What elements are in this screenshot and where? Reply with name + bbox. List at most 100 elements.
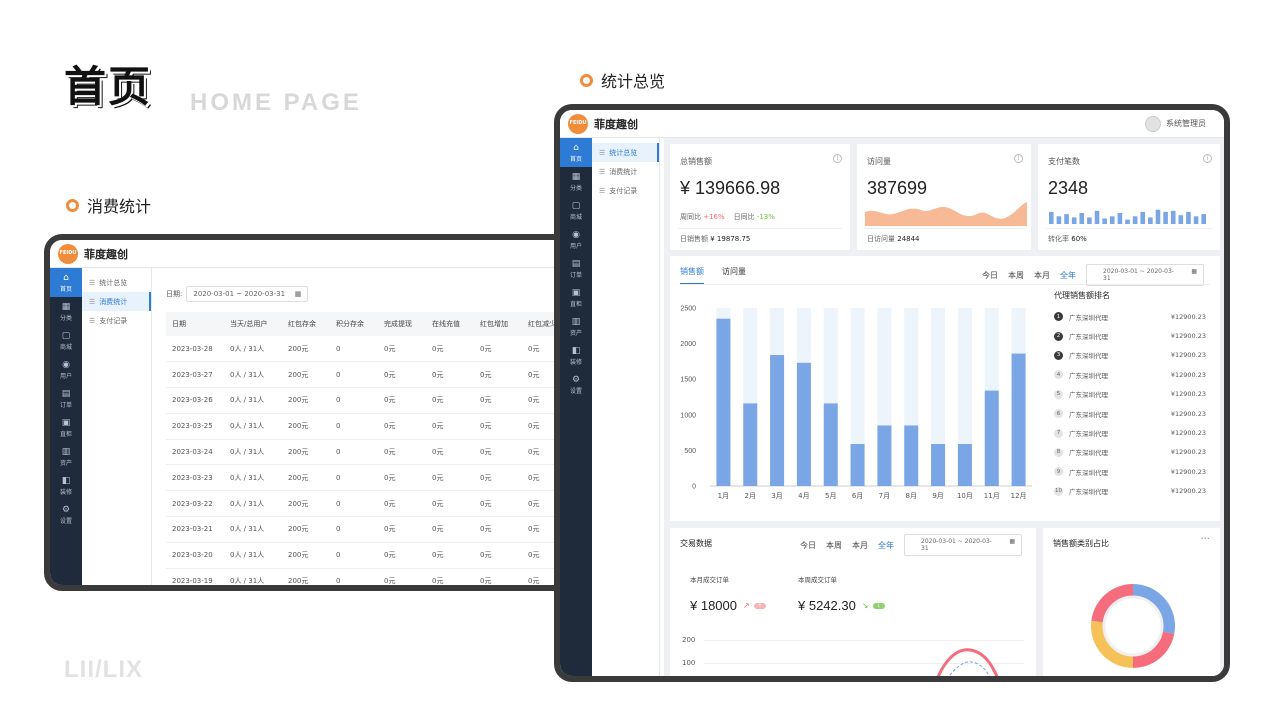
more-icon[interactable]: ··· — [1200, 534, 1210, 545]
brand-name: 菲度趣创 — [84, 247, 128, 261]
subnav-label: 统计总览 — [99, 278, 128, 287]
tab-sales[interactable]: 销售额 — [680, 266, 704, 285]
nav-item-category[interactable]: ▦ 分类 — [560, 167, 592, 196]
nav-item-decor[interactable]: ◧ 装修 — [560, 341, 592, 370]
nav-item-mall[interactable]: ▢ 商城 — [560, 196, 592, 225]
table-cell: 0 — [330, 413, 378, 440]
range-week[interactable]: 本周 — [1008, 270, 1024, 281]
date-range-picker[interactable]: 2020-03-01 ~ 2020-03-31 ▦ — [904, 534, 1022, 556]
bar[interactable] — [823, 403, 838, 486]
range-year[interactable]: 全年 — [878, 540, 894, 551]
table-cell: 0人 / 31人 — [224, 516, 282, 543]
subnav-consume[interactable]: ☰ 消费统计 — [592, 162, 659, 181]
nav-item-home[interactable]: ⌂ 首页 — [50, 268, 82, 297]
mini-bar — [1201, 214, 1206, 224]
table-cell: 200元 — [282, 464, 330, 492]
bar[interactable] — [850, 443, 865, 486]
wow-label: 周同比 — [680, 213, 701, 221]
rank-name: 广东深圳代理 — [1069, 410, 1108, 419]
nav-item-user[interactable]: ◉ 用户 — [560, 225, 592, 254]
bar[interactable] — [770, 354, 785, 486]
range-today[interactable]: 今日 — [800, 540, 816, 551]
user-menu[interactable]: 系统管理员 — [1145, 115, 1224, 132]
table-cell: 0元 — [426, 516, 474, 543]
date-range-picker[interactable]: 2020-03-01 ~ 2020-03-31 ▦ — [186, 286, 309, 302]
nav-item-user[interactable]: ◉ 用户 — [50, 355, 82, 384]
nav-label: 分类 — [569, 184, 582, 192]
nav-item-decor[interactable]: ◧ 装修 — [50, 471, 82, 500]
bar[interactable] — [904, 425, 919, 486]
table-cell: 0元 — [474, 361, 522, 389]
bar[interactable] — [1011, 353, 1026, 486]
table-cell: 0 — [330, 439, 378, 466]
y-tick-label: 0 — [692, 484, 696, 491]
table-cell: 0元 — [378, 516, 426, 543]
bar[interactable] — [931, 443, 946, 486]
bar[interactable] — [877, 425, 892, 486]
bar[interactable] — [957, 443, 972, 486]
cabinet-icon: ▣ — [61, 417, 71, 428]
table-cell: 0元 — [426, 464, 474, 492]
bar[interactable] — [796, 362, 811, 486]
subnav-payments[interactable]: ☰ 支付记录 — [82, 311, 151, 330]
trade-range-selector: 今日 本周 本月 全年 2020-03-01 ~ 2020-03-31 ▦ — [790, 534, 1022, 556]
nav-item-settings[interactable]: ⚙ 设置 — [50, 500, 82, 529]
nav-item-order[interactable]: ▤ 订单 — [50, 384, 82, 413]
mini-bar — [1148, 217, 1153, 224]
date-range-picker[interactable]: 2020-03-01 ~ 2020-03-31 ▦ — [1086, 264, 1204, 286]
nav-item-category[interactable]: ▦ 分类 — [50, 297, 82, 326]
section-consume-label: 消费统计 — [87, 197, 152, 216]
table-cell: 0元 — [474, 542, 522, 569]
payments-card: 支付笔数 i 2348 转化率 60% — [1038, 144, 1220, 250]
nav-item-asset[interactable]: ▥ 资产 — [560, 312, 592, 341]
nav-item-mall[interactable]: ▢ 商城 — [50, 326, 82, 355]
bar[interactable] — [743, 403, 758, 486]
visits-area — [865, 202, 1027, 226]
rank-number: 4 — [1054, 370, 1063, 380]
bar[interactable] — [716, 318, 731, 486]
nav-item-cabinet[interactable]: ▣ 直柜 — [50, 413, 82, 442]
y-tick: 200 — [682, 636, 696, 644]
table-cell: 200元 — [282, 490, 330, 518]
sales-bar-chart: 0 500 1000 1500 2000 2500 1月 2月 3月 4月 5月 6月 7月 8月 9月 10… — [680, 306, 1032, 500]
nav-label: 资产 — [569, 329, 582, 337]
table-cell: 0元 — [426, 413, 474, 440]
category-donut-chart — [1091, 584, 1175, 668]
subnav-overview[interactable]: ☰ 统计总览 — [592, 143, 659, 162]
range-month[interactable]: 本月 — [852, 540, 868, 551]
month-orders: ¥ 18000 ↗ ↑ — [690, 598, 766, 613]
nav-item-asset[interactable]: ▥ 资产 — [50, 442, 82, 471]
range-year[interactable]: 全年 — [1060, 270, 1076, 281]
nav-item-order[interactable]: ▤ 订单 — [560, 254, 592, 283]
info-icon[interactable]: i — [833, 154, 842, 163]
table-cell: 2023-03-22 — [166, 490, 224, 518]
sales-compare: 周同比 +16% 日同比 -13% — [680, 212, 775, 222]
range-month[interactable]: 本月 — [1034, 270, 1050, 281]
mini-bar — [1056, 216, 1062, 224]
tab-visits[interactable]: 访问量 — [722, 266, 746, 285]
info-icon[interactable]: i — [1203, 154, 1212, 163]
gear-icon: ⚙ — [571, 374, 581, 385]
table-cell: 0 — [330, 516, 378, 543]
section-overview-label: 统计总览 — [601, 72, 666, 91]
rank-amount: ¥12900.23 — [1170, 332, 1206, 341]
table-row: 2023-03-28 0人 / 31人 200元 0 0元 0元 0元 0元 — [166, 336, 562, 363]
ranking-item: 4 广东深圳代理 ¥12900.23 — [1054, 365, 1206, 384]
subnav-payments[interactable]: ☰ 支付记录 — [592, 181, 659, 200]
table-cell: 0元 — [378, 568, 426, 585]
table-cell: 0元 — [426, 361, 474, 389]
range-week[interactable]: 本周 — [826, 540, 842, 551]
info-icon[interactable]: i — [1014, 154, 1023, 163]
subnav-overview[interactable]: ☰ 统计总览 — [82, 273, 151, 292]
rank-amount: ¥12900.23 — [1170, 487, 1206, 496]
table-cell: 0人 / 31人 — [224, 336, 282, 363]
nav-item-home[interactable]: ⌂ 首页 — [560, 138, 592, 167]
table-cell: 0 — [330, 387, 378, 414]
range-today[interactable]: 今日 — [982, 270, 998, 281]
nav-item-cabinet[interactable]: ▣ 直柜 — [560, 283, 592, 312]
bar[interactable] — [984, 390, 999, 486]
subnav-consume[interactable]: ☰ 消费统计 — [82, 292, 151, 311]
order-icon: ▤ — [61, 388, 71, 399]
rank-number: 10 — [1054, 486, 1063, 496]
nav-item-settings[interactable]: ⚙ 设置 — [560, 370, 592, 399]
